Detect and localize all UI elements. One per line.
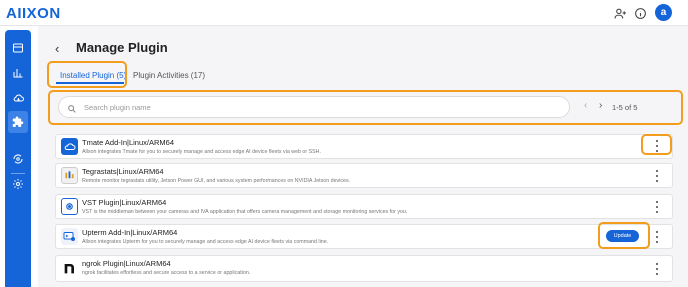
highlight-tab xyxy=(47,61,127,88)
bar-chart-icon xyxy=(13,69,23,78)
sidebar-item-dashboard[interactable] xyxy=(5,37,31,59)
more-options-icon[interactable] xyxy=(654,231,660,243)
sidebar-item-cloud[interactable] xyxy=(5,87,31,109)
person-add-icon[interactable] xyxy=(612,5,628,21)
vst-logo xyxy=(61,198,78,215)
avatar[interactable]: a xyxy=(655,4,672,21)
plugin-description: Allxon integrates Tmate for you to secur… xyxy=(82,149,321,155)
page-title: Manage Plugin xyxy=(76,40,168,55)
highlight-kebab xyxy=(641,134,672,155)
cloud-icon xyxy=(13,94,24,102)
plugin-name: Tmate Add-In|Linux/ARM64 xyxy=(82,138,174,147)
info-icon[interactable] xyxy=(632,5,648,21)
plugin-description: Allxon integrates Upterm for you to secu… xyxy=(82,239,329,245)
upterm-logo xyxy=(61,228,78,245)
more-options-icon[interactable] xyxy=(654,263,660,275)
sidebar-item-settings[interactable] xyxy=(5,173,31,195)
sidebar-item-plugins[interactable] xyxy=(8,111,28,133)
tegrastats-logo xyxy=(61,167,78,184)
gear-icon xyxy=(13,179,23,189)
plugin-description: ngrok facilitates effortless and secure … xyxy=(82,270,251,276)
plugin-description: Remote monitor tegrastats utility, Jetso… xyxy=(82,178,351,184)
tmate-logo xyxy=(61,138,78,155)
top-bar: AIIXON a xyxy=(0,0,688,26)
highlight-search xyxy=(48,90,683,125)
app-logo[interactable]: AIIXON xyxy=(6,5,61,22)
dashboard-icon xyxy=(13,43,23,53)
highlight-update xyxy=(598,222,650,249)
plugin-name: Upterm Add-In|Linux/ARM64 xyxy=(82,228,178,237)
sidebar-item-analytics[interactable] xyxy=(5,62,31,84)
ngrok-logo xyxy=(61,259,78,276)
plugin-name: Tegrastats|Linux/ARM64 xyxy=(82,167,164,176)
more-options-icon[interactable] xyxy=(654,170,660,182)
tab-plugin-activities[interactable]: Plugin Activities (17) xyxy=(133,68,205,82)
plugin-name: VST Plugin|Linux/ARM64 xyxy=(82,198,167,207)
more-options-icon[interactable] xyxy=(654,201,660,213)
sidebar xyxy=(5,30,31,287)
sync-settings-icon xyxy=(13,154,23,164)
sidebar-item-sync[interactable] xyxy=(5,148,31,170)
puzzle-icon xyxy=(12,116,24,127)
plugin-description: VST is the middleman between your camera… xyxy=(82,209,408,215)
back-button[interactable]: ‹ xyxy=(55,41,59,56)
plugin-name: ngrok Plugin|Linux/ARM64 xyxy=(82,259,171,268)
